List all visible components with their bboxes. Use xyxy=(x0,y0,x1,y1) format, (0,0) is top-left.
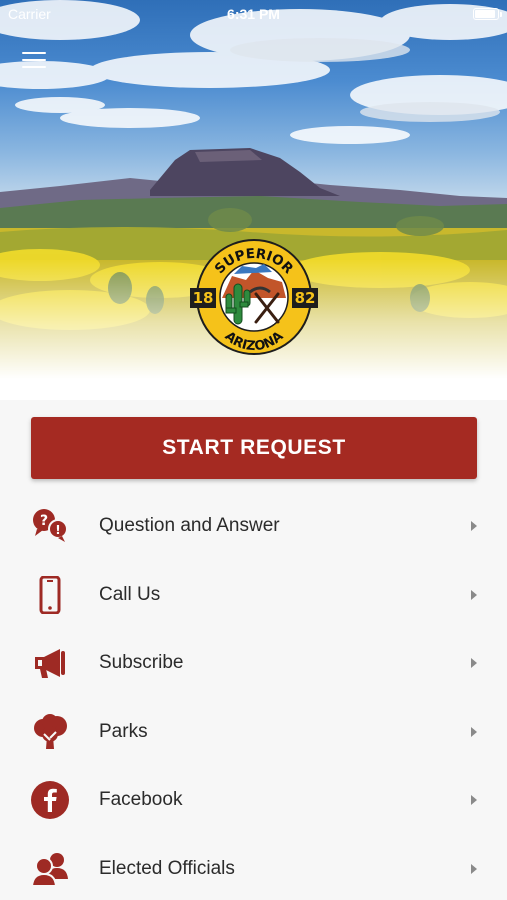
svg-text:?: ? xyxy=(40,513,48,529)
logo-year-right: 82 xyxy=(295,289,316,307)
tree-icon xyxy=(30,712,70,752)
chevron-right-icon xyxy=(471,795,477,806)
logo-year-left: 18 xyxy=(193,289,214,307)
phone-icon xyxy=(30,575,70,615)
question-bubbles-icon: ? ! xyxy=(30,506,70,546)
superior-arizona-logo: SUPERIOR ARIZONA 18 82 xyxy=(190,239,318,355)
menu-item-label: Parks xyxy=(99,720,148,742)
menu-item-question-and-answer[interactable]: ? ! Question and Answer xyxy=(0,492,507,561)
chevron-right-icon xyxy=(471,726,477,737)
menu-item-label: Facebook xyxy=(99,789,183,811)
start-request-button[interactable]: START REQUEST xyxy=(31,417,477,479)
svg-text:!: ! xyxy=(55,523,60,537)
menu-item-label: Elected Officials xyxy=(99,857,235,879)
chevron-right-icon xyxy=(471,658,477,669)
battery-icon xyxy=(473,8,502,20)
status-bar: Carrier 6:31 PM xyxy=(0,0,507,30)
menu-item-label: Question and Answer xyxy=(99,515,280,537)
menu-item-call-us[interactable]: Call Us xyxy=(0,561,507,630)
hamburger-menu-button[interactable] xyxy=(22,52,48,70)
facebook-icon xyxy=(30,780,70,820)
menu-item-subscribe[interactable]: Subscribe xyxy=(0,629,507,698)
menu-item-label: Call Us xyxy=(99,583,161,605)
chevron-right-icon xyxy=(471,589,477,600)
chevron-right-icon xyxy=(471,863,477,874)
clock-label: 6:31 PM xyxy=(227,6,280,22)
menu-list: ? ! Question and Answer Call Us Subscrib… xyxy=(0,492,507,900)
chevron-right-icon xyxy=(471,521,477,532)
people-icon xyxy=(30,849,70,889)
menu-item-elected-officials[interactable]: Elected Officials xyxy=(0,835,507,900)
menu-item-parks[interactable]: Parks xyxy=(0,698,507,767)
menu-item-facebook[interactable]: Facebook xyxy=(0,766,507,835)
menu-item-label: Subscribe xyxy=(99,652,184,674)
megaphone-icon xyxy=(30,643,70,683)
